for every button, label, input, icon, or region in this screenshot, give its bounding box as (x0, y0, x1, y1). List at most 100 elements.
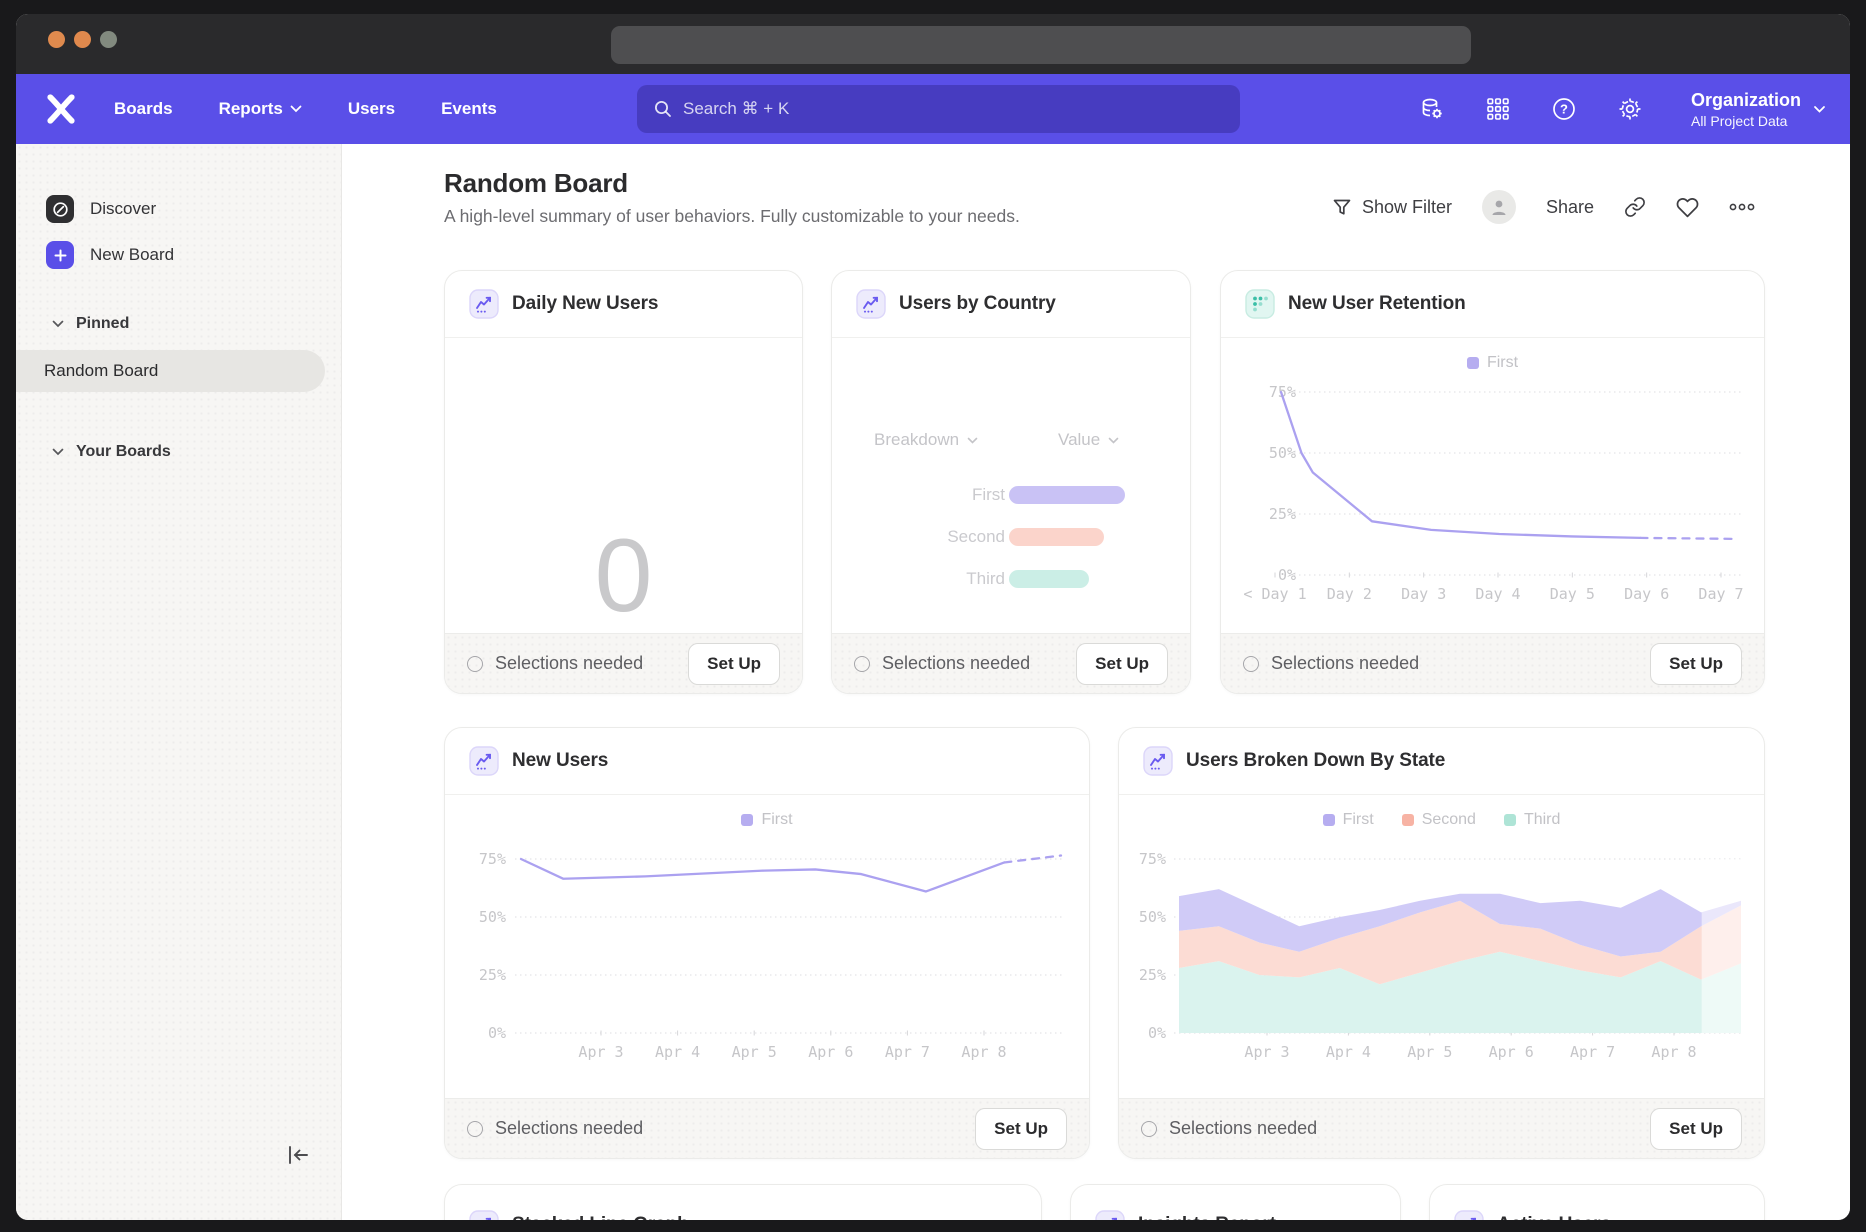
sidebar-section-pinned[interactable]: Pinned (16, 304, 341, 344)
chevron-down-icon (290, 105, 302, 113)
card-header: Daily New Users (445, 271, 802, 337)
compass-icon (46, 195, 74, 223)
sidebar-item-new-board[interactable]: New Board (16, 232, 341, 278)
retention-grid-icon (1245, 289, 1275, 319)
svg-text:25%: 25% (1269, 505, 1296, 523)
search-input[interactable]: Search ⌘ + K (637, 85, 1240, 133)
set-up-button[interactable]: Set Up (1076, 643, 1168, 685)
search-placeholder: Search ⌘ + K (683, 99, 789, 119)
app-navbar: Boards Reports Users Events Search ⌘ + K (16, 74, 1850, 144)
svg-text:Apr 7: Apr 7 (1570, 1043, 1615, 1061)
status-circle-icon (1141, 1121, 1157, 1137)
value-dropdown[interactable]: Value (1058, 430, 1119, 450)
svg-text:Day 7: Day 7 (1698, 585, 1743, 603)
card-header: New Users (445, 728, 1089, 794)
status-circle-icon (467, 1121, 483, 1137)
nav-item-boards[interactable]: Boards (114, 99, 173, 119)
sidebar-item-discover[interactable]: Discover (16, 186, 341, 232)
svg-text:Apr 7: Apr 7 (885, 1043, 930, 1061)
more-options-icon[interactable] (1729, 201, 1755, 213)
card-body: First 75%50%25%0%Apr 3Apr 4Apr 5Apr 6Apr… (445, 794, 1089, 1100)
card-header: Insights Report (1071, 1185, 1400, 1220)
nav-item-reports[interactable]: Reports (219, 99, 302, 119)
svg-text:Apr 6: Apr 6 (1489, 1043, 1534, 1061)
avatar[interactable] (1482, 190, 1516, 224)
board-actions: Show Filter Share (1332, 190, 1755, 224)
card-header: Users by Country (832, 271, 1190, 337)
window-close-button[interactable] (48, 31, 65, 48)
data-settings-icon[interactable] (1419, 96, 1445, 122)
card-title: New User Retention (1288, 293, 1466, 315)
set-up-button[interactable]: Set Up (1650, 1108, 1742, 1150)
card-title: New Users (512, 750, 608, 772)
svg-text:Apr 3: Apr 3 (1244, 1043, 1289, 1061)
nav-items: Boards Reports Users Events (114, 99, 497, 119)
status-label: Selections needed (882, 653, 1030, 674)
sidebar-section-your-boards[interactable]: Your Boards (16, 432, 341, 472)
status-circle-icon (1243, 656, 1259, 672)
help-icon[interactable]: ? (1551, 96, 1577, 122)
sidebar-item-label: Discover (90, 199, 156, 219)
card-daily-new-users: Daily New Users 0 Total ↑0% Selections n… (444, 270, 803, 694)
line-chart-icon (856, 289, 886, 319)
svg-text:75%: 75% (479, 850, 506, 868)
show-filter-button[interactable]: Show Filter (1332, 197, 1452, 218)
set-up-button[interactable]: Set Up (1650, 643, 1742, 685)
card-body: FirstSecondThird 75%50%25%0%Apr 3Apr 4Ap… (1119, 794, 1764, 1100)
retention-line-chart[interactable]: 75%50%25%0%< Day 1Day 2Day 3Day 4Day 5Da… (1221, 338, 1764, 635)
nav-item-events[interactable]: Events (441, 99, 497, 119)
share-button[interactable]: Share (1546, 197, 1594, 218)
bar-second[interactable] (1009, 528, 1104, 546)
org-switcher[interactable]: Organization All Project Data (1691, 90, 1826, 129)
set-up-button[interactable]: Set Up (975, 1108, 1067, 1150)
org-name: Organization (1691, 90, 1801, 111)
card-title: Users Broken Down By State (1186, 750, 1445, 772)
svg-text:Day 2: Day 2 (1327, 585, 1372, 603)
selections-needed-status: Selections needed (854, 653, 1030, 674)
svg-text:Day 5: Day 5 (1550, 585, 1595, 603)
chevron-down-icon (967, 437, 978, 444)
svg-text:50%: 50% (479, 908, 506, 926)
window-zoom-button[interactable] (100, 31, 117, 48)
svg-text:25%: 25% (1139, 966, 1166, 984)
dropdown-label: Value (1058, 430, 1100, 450)
chevron-down-icon (1108, 437, 1119, 444)
window-minimize-button[interactable] (74, 31, 91, 48)
card-header: Stacked Line Graph (445, 1185, 1041, 1220)
card-new-user-retention: New User Retention First 75%50%25%0%< Da… (1220, 270, 1765, 694)
card-footer: Selections needed Set Up (1119, 1098, 1764, 1158)
selections-needed-status: Selections needed (1141, 1118, 1317, 1139)
address-bar[interactable] (611, 26, 1471, 64)
nav-item-users[interactable]: Users (348, 99, 395, 119)
status-label: Selections needed (495, 1118, 643, 1139)
card-footer: Selections needed Set Up (445, 1098, 1089, 1158)
funnel-icon (1332, 197, 1352, 217)
show-filter-label: Show Filter (1362, 197, 1452, 218)
bar-first[interactable] (1009, 486, 1125, 504)
mixpanel-logo-icon[interactable] (46, 92, 80, 126)
new-users-line-chart[interactable]: 75%50%25%0%Apr 3Apr 4Apr 5Apr 6Apr 7Apr … (445, 795, 1089, 1100)
svg-text:50%: 50% (1269, 444, 1296, 462)
state-stacked-area-chart[interactable]: 75%50%25%0%Apr 3Apr 4Apr 5Apr 6Apr 7Apr … (1119, 795, 1764, 1100)
card-header: Users Broken Down By State (1119, 728, 1764, 794)
section-label: Pinned (76, 315, 129, 333)
status-label: Selections needed (1169, 1118, 1317, 1139)
card-header: Active Users (1430, 1185, 1764, 1220)
svg-text:0%: 0% (1278, 566, 1296, 584)
set-up-button[interactable]: Set Up (688, 643, 780, 685)
card-title: Daily New Users (512, 293, 658, 315)
settings-icon[interactable] (1617, 96, 1643, 122)
card-footer: Selections needed Set Up (445, 633, 802, 693)
line-chart-icon (469, 746, 499, 776)
breakdown-dropdown[interactable]: Breakdown (874, 430, 978, 450)
card-body: First 75%50%25%0%< Day 1Day 2Day 3Day 4D… (1221, 337, 1764, 635)
copy-link-icon[interactable] (1624, 196, 1646, 218)
plus-icon (46, 241, 74, 269)
apps-grid-icon[interactable] (1485, 96, 1511, 122)
bar-third[interactable] (1009, 570, 1089, 588)
collapse-sidebar-icon[interactable] (283, 1140, 313, 1170)
bar-label: Third (966, 569, 1005, 589)
line-chart-icon (1454, 1210, 1484, 1220)
favorite-heart-icon[interactable] (1676, 196, 1699, 219)
sidebar-item-random-board[interactable]: Random Board (16, 350, 325, 392)
